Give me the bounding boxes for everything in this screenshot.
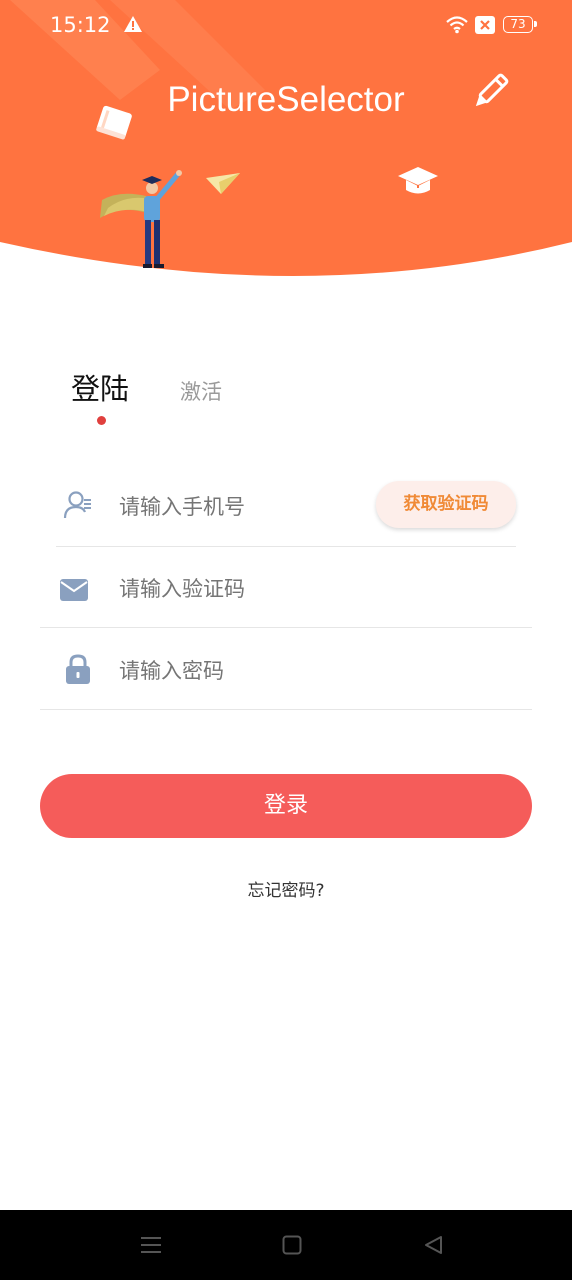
home-icon[interactable]: [282, 1235, 302, 1255]
verification-code-input[interactable]: [117, 570, 511, 608]
paper-plane-icon: [206, 173, 240, 194]
no-sim-icon: [475, 16, 495, 34]
tab-activate[interactable]: 激活: [180, 376, 222, 406]
back-icon[interactable]: [423, 1235, 443, 1255]
lock-icon: [66, 654, 90, 684]
header: 15:12 73 PictureSelector: [0, 0, 572, 290]
user-icon: [63, 491, 91, 519]
phone-input[interactable]: [117, 488, 371, 526]
phone-divider: [56, 546, 516, 547]
battery-indicator: 73: [503, 16, 537, 33]
graduate-illustration: [100, 170, 182, 268]
wifi-icon: [446, 16, 468, 34]
tab-login[interactable]: 登陆: [71, 366, 129, 408]
warning-icon: [124, 16, 142, 32]
active-tab-indicator: [97, 416, 106, 425]
book-icon: [96, 105, 132, 140]
menu-icon[interactable]: [140, 1235, 162, 1255]
pencil-icon: [475, 73, 509, 107]
status-time: 15:12: [50, 13, 111, 37]
code-divider: [40, 627, 532, 628]
system-nav-bar: [0, 1210, 572, 1280]
status-bar: 15:12 73: [0, 0, 572, 50]
envelope-icon: [60, 579, 88, 601]
password-divider: [40, 709, 532, 710]
graduation-cap-icon: [398, 167, 438, 194]
login-button[interactable]: 登录: [40, 774, 532, 838]
get-code-button[interactable]: 获取验证码: [376, 481, 516, 528]
password-input[interactable]: [117, 652, 511, 690]
forgot-password-link[interactable]: 忘记密码?: [0, 876, 572, 901]
